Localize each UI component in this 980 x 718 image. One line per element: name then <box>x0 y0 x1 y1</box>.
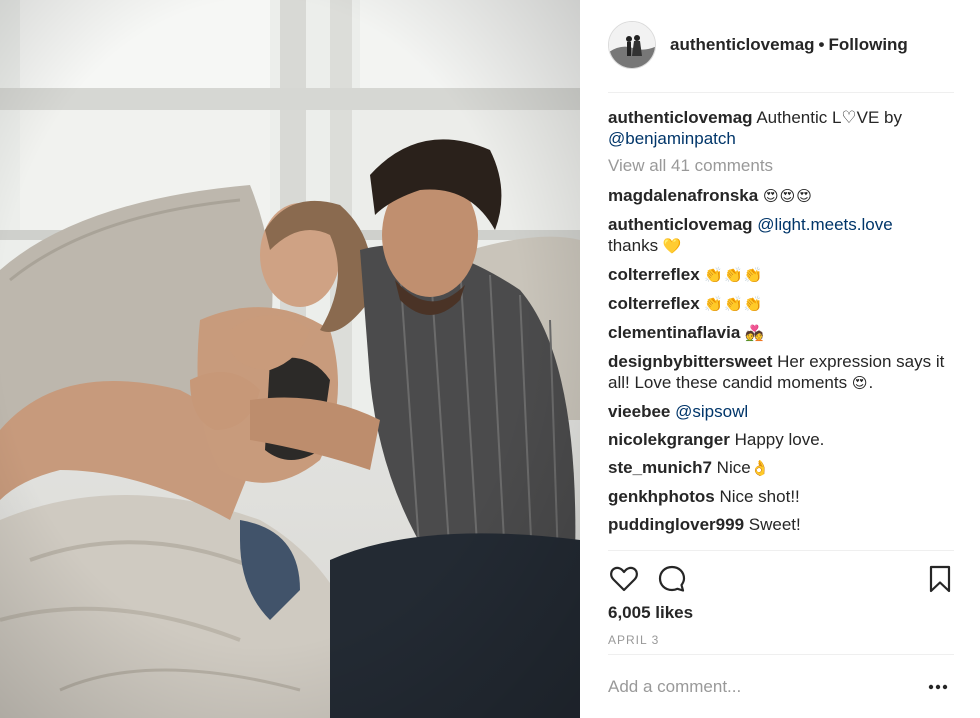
following-button[interactable]: Following <box>829 35 908 54</box>
comment-item: designbybittersweet Her expression says … <box>608 351 954 394</box>
comment-username[interactable]: nicolekgranger <box>608 430 730 449</box>
post-date: APRIL 3 <box>608 633 660 647</box>
caption-mention[interactable]: @benjaminpatch <box>608 129 736 148</box>
add-comment-input[interactable] <box>608 676 908 697</box>
comment-item: magdalenafronska 😍😍😍 <box>608 185 954 207</box>
comment-emoji: 😍😍😍 <box>762 187 813 205</box>
comment-emoji: 👏👏👏 <box>704 295 764 313</box>
comment-username[interactable]: vieebee <box>608 402 670 421</box>
comment-username[interactable]: clementinaflavia <box>608 323 740 342</box>
comment-mention[interactable]: @light.meets.love <box>757 215 892 234</box>
bookmark-icon <box>929 565 951 593</box>
comment-item: clementinaflavia 💑 <box>608 322 954 344</box>
header-separator: • <box>818 35 825 54</box>
comment-item: genkhphotos Nice shot!! <box>608 486 954 507</box>
comment-text: thanks <box>608 236 659 255</box>
comment-item: puddinglover999 Sweet! <box>608 514 954 535</box>
comment-trail: . <box>868 373 874 392</box>
comment-emoji: 👌 <box>750 459 771 477</box>
comment-text: Nice shot!! <box>719 487 800 506</box>
comment-item: colterreflex 👏👏👏 <box>608 264 954 286</box>
post-actions: 6,005 likes APRIL 3 <box>608 550 954 654</box>
comment-emoji: 💑 <box>745 324 765 342</box>
caption: authenticlovemag Authentic L♡VE by @benj… <box>608 107 954 149</box>
comment-icon <box>658 565 686 592</box>
comment-mention[interactable]: @sipsowl <box>675 402 748 421</box>
comment-text: Sweet! <box>748 515 801 534</box>
comment-emoji: 💛 <box>662 237 683 255</box>
more-options-icon <box>928 684 948 690</box>
comment-username[interactable]: puddinglover999 <box>608 515 744 534</box>
post-header: authenticlovemag • Following <box>608 20 908 70</box>
comment-username[interactable]: genkhphotos <box>608 487 715 506</box>
comment-item: authenticlovemag @light.meets.love thank… <box>608 214 954 257</box>
comment-username[interactable]: designbybittersweet <box>608 352 772 371</box>
comment-item: ste_munich7 Nice👌 <box>608 457 954 479</box>
comment-button[interactable] <box>656 563 688 595</box>
comment-username[interactable]: colterreflex <box>608 265 700 284</box>
view-all-comments-link[interactable]: View all 41 comments <box>608 156 954 176</box>
avatar-image <box>609 22 655 68</box>
save-button[interactable] <box>924 563 956 595</box>
comment-text: Nice <box>716 458 751 477</box>
comment-item: nicolekgranger Happy love. <box>608 429 954 450</box>
add-comment-bar <box>608 654 954 718</box>
comments-list[interactable]: authenticlovemag Authentic L♡VE by @benj… <box>608 92 954 550</box>
photo-couple-laughing <box>0 0 580 718</box>
more-options-button[interactable] <box>926 677 950 697</box>
like-button[interactable] <box>608 563 640 595</box>
comment-username[interactable]: magdalenafronska <box>608 186 758 205</box>
scroll-fade <box>608 536 954 550</box>
comment-item: colterreflex 👏👏👏 <box>608 293 954 315</box>
post-photo[interactable] <box>0 0 580 718</box>
avatar[interactable] <box>608 21 656 69</box>
comment-username[interactable]: colterreflex <box>608 294 700 313</box>
comment-emoji: 😍 <box>851 374 869 392</box>
header-text: authenticlovemag • Following <box>670 35 908 55</box>
comment-item: vieebee @sipsowl <box>608 401 954 422</box>
comment-text: Happy love. <box>734 430 825 449</box>
header-username[interactable]: authenticlovemag <box>670 35 815 54</box>
likes-count[interactable]: 6,005 likes <box>608 603 693 623</box>
post-sidebar: authenticlovemag • Following authenticlove… <box>580 0 980 718</box>
caption-username[interactable]: authenticlovemag <box>608 108 753 127</box>
comment-username[interactable]: authenticlovemag <box>608 215 753 234</box>
heart-icon <box>610 566 638 592</box>
caption-text: Authentic L♡VE by <box>756 108 902 127</box>
comment-username[interactable]: ste_munich7 <box>608 458 712 477</box>
comment-emoji: 👏👏👏 <box>704 266 764 284</box>
